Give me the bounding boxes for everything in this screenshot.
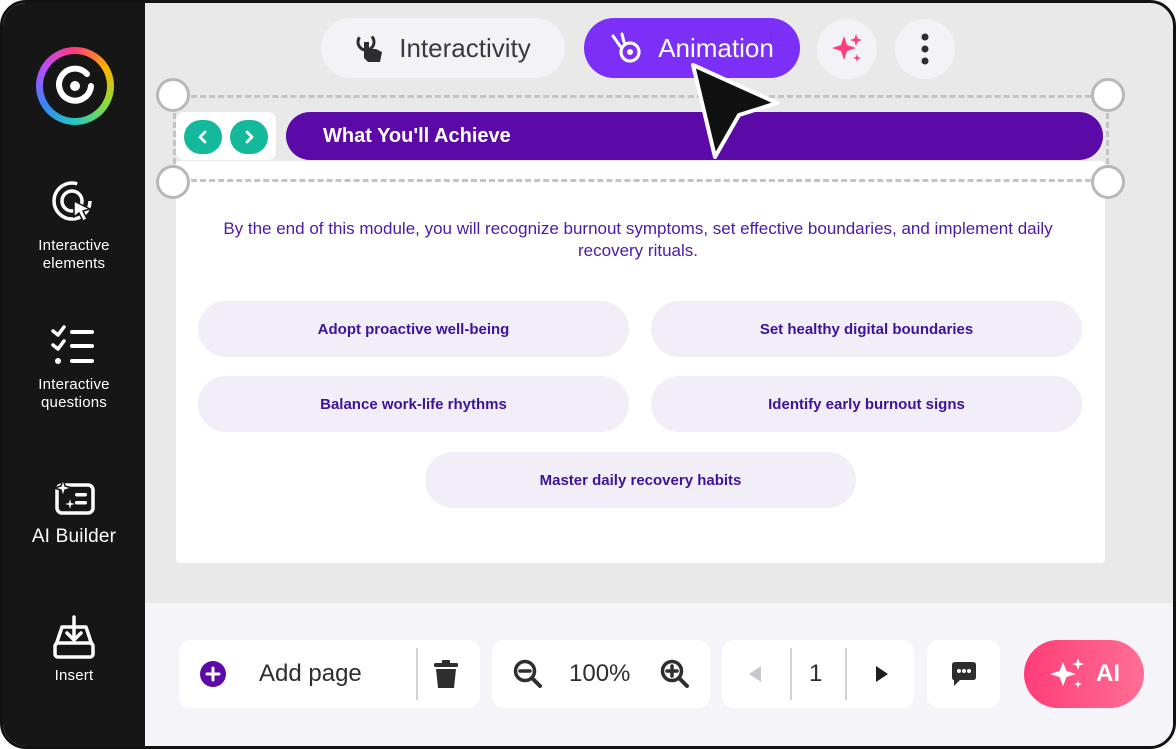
resize-handle-bottom-right[interactable] bbox=[1091, 165, 1125, 199]
ai-assistant-button[interactable]: AI bbox=[1024, 640, 1144, 708]
more-vertical-icon bbox=[921, 33, 929, 65]
insert-tray-icon bbox=[53, 615, 95, 659]
slide-intro-text: By the end of this module, you will reco… bbox=[223, 219, 1053, 260]
zoom-level: 100% bbox=[569, 660, 631, 687]
app-logo[interactable] bbox=[36, 47, 114, 125]
comments-button[interactable] bbox=[927, 640, 1000, 708]
ai-sparkles-icon bbox=[1050, 658, 1084, 688]
touch-target-icon bbox=[52, 181, 93, 223]
zoom-in-icon[interactable] bbox=[660, 659, 690, 689]
zoom-out-icon[interactable] bbox=[513, 659, 543, 689]
previous-page-icon[interactable] bbox=[747, 665, 763, 683]
resize-handle-bottom-left[interactable] bbox=[156, 165, 190, 199]
goal-chip[interactable]: Balance work-life rhythms bbox=[198, 376, 629, 432]
selection-outline bbox=[173, 95, 1109, 182]
goal-chip[interactable]: Identify early burnout signs bbox=[651, 376, 1082, 432]
interactivity-button[interactable]: Interactivity bbox=[321, 18, 565, 78]
animation-sparkle-icon bbox=[611, 32, 641, 63]
goal-chip-label: Set healthy digital boundaries bbox=[759, 320, 974, 338]
sidebar-item-interactive-elements[interactable]: Interactive elements bbox=[3, 179, 145, 273]
add-circle-icon[interactable] bbox=[199, 660, 227, 688]
sidebar-item-label: Interactive questions bbox=[38, 376, 110, 411]
goal-chip-label: Identify early burnout signs bbox=[768, 395, 965, 413]
page-actions-group: Add page bbox=[179, 640, 480, 708]
sidebar-item-ai-builder[interactable]: AI Builder bbox=[3, 477, 145, 548]
trash-icon[interactable] bbox=[433, 659, 459, 689]
next-page-icon[interactable] bbox=[874, 665, 890, 683]
sidebar-item-interactive-questions[interactable]: Interactive questions bbox=[3, 323, 145, 412]
goal-chip[interactable]: Master daily recovery habits bbox=[425, 452, 856, 508]
app-window: Interactive elements Interactive questio… bbox=[0, 0, 1176, 749]
page-number: 1 bbox=[809, 660, 823, 687]
sidebar-item-label: Insert bbox=[54, 667, 94, 684]
resize-handle-top-left[interactable] bbox=[156, 78, 190, 112]
more-options-button[interactable] bbox=[895, 19, 955, 79]
add-page-button[interactable]: Add page bbox=[259, 660, 362, 688]
sidebar-item-insert[interactable]: Insert bbox=[3, 615, 145, 685]
sidebar: Interactive elements Interactive questio… bbox=[3, 3, 145, 746]
checklist-icon bbox=[51, 325, 94, 364]
sparkles-icon bbox=[832, 34, 862, 62]
sidebar-item-label: Interactive elements bbox=[38, 237, 110, 272]
goal-chip-label: Balance work-life rhythms bbox=[320, 395, 507, 413]
zoom-controls: 100% bbox=[492, 640, 710, 708]
mouse-pointer-icon bbox=[691, 63, 779, 159]
logo-mark-icon bbox=[56, 65, 94, 104]
comment-icon bbox=[951, 662, 976, 686]
ai-label: AI bbox=[1096, 660, 1120, 687]
goal-chip[interactable]: Adopt proactive well-being bbox=[198, 301, 629, 357]
goal-chip-label: Master daily recovery habits bbox=[539, 471, 742, 489]
divider bbox=[845, 648, 847, 700]
ai-magic-button[interactable] bbox=[817, 19, 877, 79]
divider bbox=[416, 648, 418, 700]
tap-hand-icon bbox=[356, 32, 383, 62]
sidebar-item-label: AI Builder bbox=[31, 526, 117, 547]
divider bbox=[790, 648, 792, 700]
resize-handle-top-right[interactable] bbox=[1091, 78, 1125, 112]
ai-sparkle-list-icon bbox=[51, 477, 95, 515]
goal-chip[interactable]: Set healthy digital boundaries bbox=[651, 301, 1082, 357]
goal-chip-label: Adopt proactive well-being bbox=[317, 320, 510, 338]
page-navigator: 1 bbox=[722, 640, 914, 708]
interactivity-label: Interactivity bbox=[399, 32, 531, 63]
